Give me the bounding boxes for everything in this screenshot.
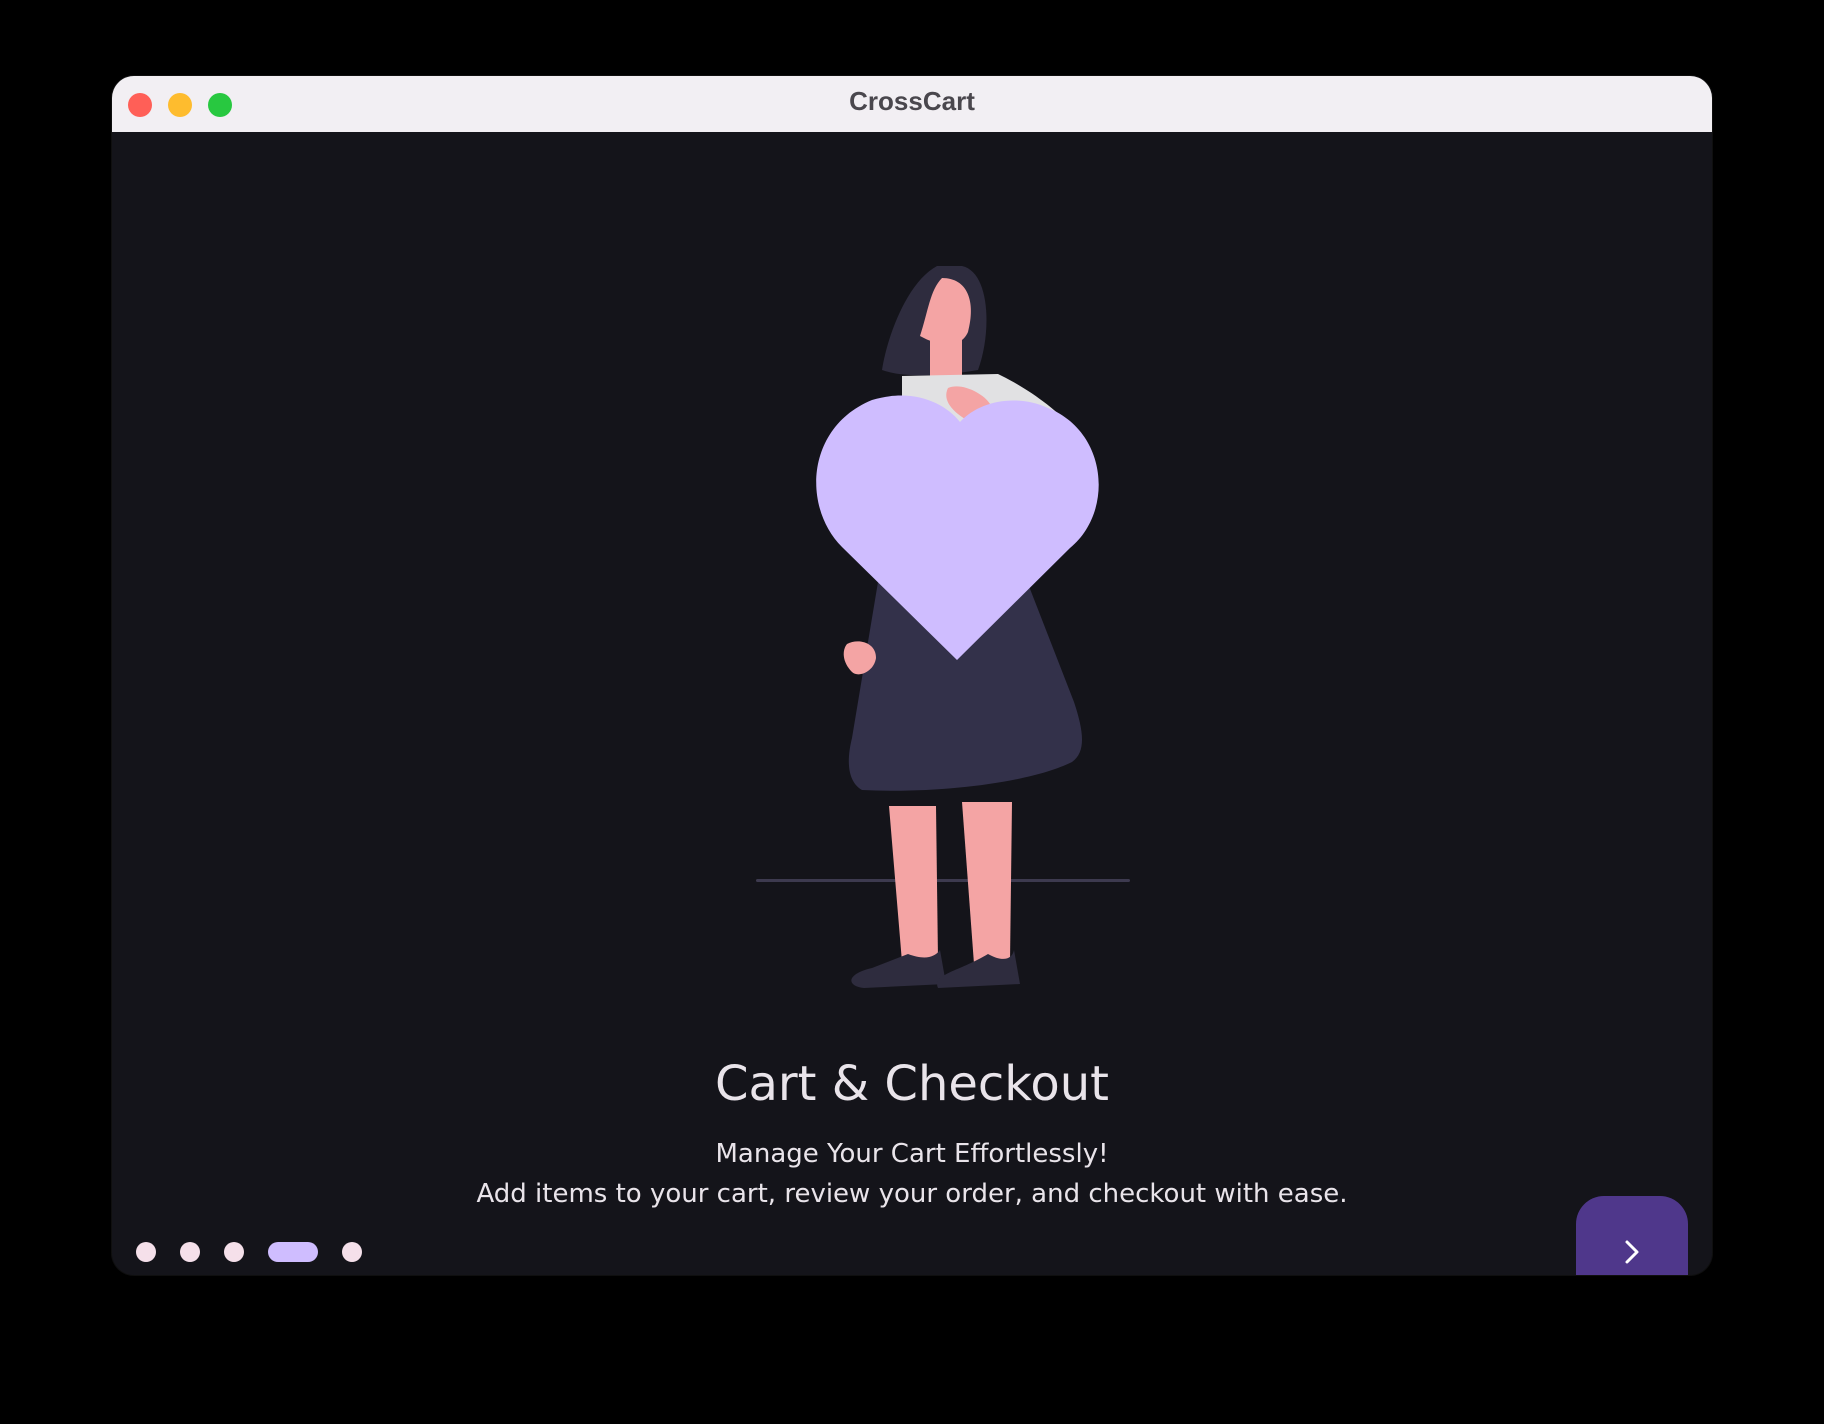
page-dot[interactable] — [342, 1242, 362, 1262]
onboarding-heading: Cart & Checkout — [715, 1056, 1109, 1112]
woman-holding-heart-illustration — [756, 266, 1130, 988]
title-bar[interactable]: CrossCart — [112, 76, 1712, 133]
window-title: CrossCart — [849, 86, 975, 116]
app-window: CrossCart Cart & Checkout Manage Your Ca… — [112, 76, 1712, 1275]
page-dot[interactable] — [224, 1242, 244, 1262]
onboarding-description: Add items to your cart, review your orde… — [476, 1179, 1348, 1209]
chevron-right-icon — [1625, 1240, 1639, 1264]
onboarding-subheading: Manage Your Cart Effortlessly! — [715, 1139, 1109, 1169]
onboarding-screen: Cart & Checkout Manage Your Cart Effortl… — [112, 132, 1712, 1275]
page-dot[interactable] — [180, 1242, 200, 1262]
page-dot[interactable] — [136, 1242, 156, 1262]
next-button[interactable] — [1576, 1196, 1688, 1275]
page-dot-active[interactable] — [268, 1242, 318, 1262]
